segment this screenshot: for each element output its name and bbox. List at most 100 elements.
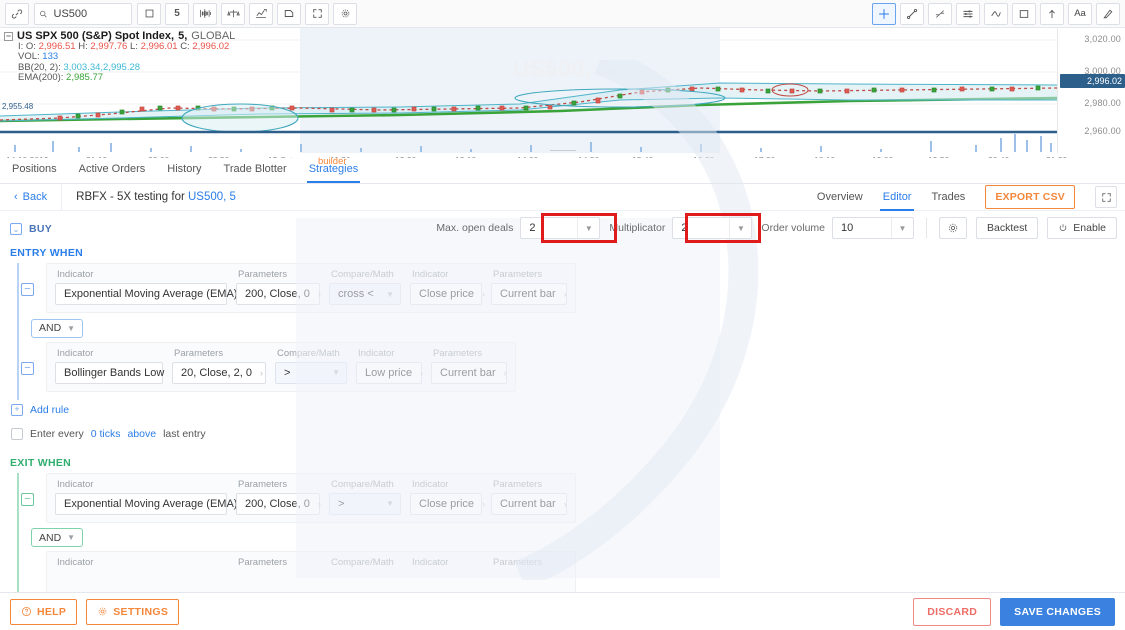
wave-icon[interactable]	[984, 3, 1008, 25]
indicator-select[interactable]: Bollinger Bands Low ›	[55, 362, 163, 384]
tab-active-orders[interactable]: Active Orders	[79, 163, 146, 178]
fullscreen-icon[interactable]	[305, 3, 329, 25]
back-button[interactable]: ‹ Back	[0, 184, 62, 210]
parameters2-select[interactable]: Current bar ›	[491, 283, 567, 305]
chevron-right-icon: ›	[318, 499, 321, 509]
save-changes-button[interactable]: SAVE CHANGES	[1000, 598, 1115, 626]
fib-icon[interactable]	[928, 3, 952, 25]
search-input[interactable]	[52, 7, 127, 21]
entry-connector: AND ▼	[10, 318, 1125, 338]
indicator-label: Indicator	[55, 557, 227, 568]
tab-editor[interactable]: Editor	[883, 191, 912, 203]
indicator-label: Indicator	[55, 348, 163, 359]
max-open-deals-select[interactable]: 2 ▼	[520, 217, 600, 239]
parameters2-select[interactable]: Current bar ›	[431, 362, 507, 384]
studies-icon[interactable]	[249, 3, 273, 25]
indicator-select[interactable]: Exponential Moving Average (EMA) ›	[55, 493, 227, 515]
compare-field: Compare/Math cross < ▼	[329, 269, 401, 305]
parameters2-label: Parameters	[491, 269, 567, 280]
collapse-rule-button[interactable]: −	[21, 493, 34, 506]
rule-card: Indicator Exponential Moving Average (EM…	[46, 263, 576, 313]
gear-icon[interactable]	[333, 3, 357, 25]
chevron-right-icon: ›	[504, 368, 507, 378]
tab-overview[interactable]: Overview	[817, 191, 863, 203]
chevron-right-icon: ›	[318, 289, 321, 299]
exit-rules: − Indicator Exponential Moving Average (…	[0, 473, 1125, 593]
arrow-up-icon[interactable]	[1040, 3, 1064, 25]
price-axis[interactable]: 3,020.00 3,000.00 2,996.02 2,980.00 2,96…	[1057, 28, 1125, 153]
templates-icon[interactable]	[277, 3, 301, 25]
compare-icon[interactable]	[221, 3, 245, 25]
crosshair-icon[interactable]	[872, 3, 896, 25]
link-icon[interactable]	[5, 3, 29, 25]
indicator2-select[interactable]: Close price ›	[410, 493, 482, 515]
panel-resize-handle[interactable]	[550, 150, 576, 151]
tab-history[interactable]: History	[167, 163, 201, 178]
rectangle-icon[interactable]	[1012, 3, 1036, 25]
compare-label: Compare/Math	[329, 557, 401, 568]
collapse-rule-button[interactable]: −	[21, 283, 34, 296]
compare-select[interactable]: > ▼	[275, 362, 347, 384]
collapse-legend-icon[interactable]: −	[4, 32, 13, 41]
parameters2-value: Current bar	[500, 498, 556, 510]
expand-icon[interactable]	[1095, 186, 1117, 208]
indicator2-select[interactable]: Close price ›	[410, 283, 482, 305]
brush-icon[interactable]	[1096, 3, 1120, 25]
tab-trade-blotter[interactable]: Trade Blotter	[224, 163, 287, 178]
symbol-search[interactable]	[34, 3, 132, 25]
enter-every-checkbox[interactable]	[11, 428, 23, 440]
exit-and-operator[interactable]: AND ▼	[31, 528, 83, 547]
strategy-editor: ⌄ BUY ENTRY WHEN − Indicator Exponential…	[0, 218, 1125, 592]
tab-positions[interactable]: Positions	[12, 163, 57, 178]
text-tool-button[interactable]: Aa	[1068, 3, 1092, 25]
gear-icon	[97, 606, 108, 617]
tab-trades[interactable]: Trades	[931, 191, 965, 203]
compare-value: >	[338, 498, 344, 510]
discard-button[interactable]: DISCARD	[913, 598, 991, 626]
parameters-select[interactable]: 200, Close, 0 ›	[236, 283, 320, 305]
enable-button[interactable]: Enable	[1047, 217, 1117, 239]
help-label: HELP	[37, 606, 66, 618]
parameters2-label: Parameters	[491, 557, 567, 568]
export-csv-button[interactable]: EXPORT CSV	[985, 185, 1075, 209]
entry-and-operator[interactable]: AND ▼	[31, 319, 83, 338]
backtest-label: Backtest	[987, 222, 1027, 234]
compare-value: >	[284, 367, 290, 379]
add-rule-button[interactable]: + Add rule	[0, 400, 1125, 420]
compare-field: Compare/Math > ▼	[275, 348, 347, 384]
enter-every-direction[interactable]: above	[127, 428, 156, 440]
indicators-icon[interactable]	[193, 3, 217, 25]
multiplicator-select[interactable]: 2 ▼	[672, 217, 752, 239]
collapse-rule-button[interactable]: −	[21, 362, 34, 375]
enter-every-ticks-row: Enter every 0 ticks above last entry	[0, 423, 1125, 445]
parameters-select[interactable]: 200, Close, 0 ›	[236, 493, 320, 515]
compare-field: Compare/Math > ▼	[329, 479, 401, 515]
low-label: L:	[130, 41, 138, 52]
horizontal-lines-icon[interactable]	[956, 3, 980, 25]
chevron-right-icon: ›	[482, 289, 485, 299]
strategy-symbol-link[interactable]: US500, 5	[188, 191, 236, 203]
parameters2-value: Current bar	[500, 288, 556, 300]
trendline-icon[interactable]	[900, 3, 924, 25]
indicator2-select[interactable]: Low price ›	[356, 362, 422, 384]
gear-icon	[947, 222, 959, 234]
settings-button[interactable]: SETTINGS	[86, 599, 179, 625]
indicator-field: Indicator Exponential Moving Average (EM…	[55, 269, 227, 305]
parameters-select[interactable]: 20, Close, 2, 0 ›	[172, 362, 266, 384]
price-chart[interactable]: US500, 5	[0, 28, 1125, 153]
indicator2-field: Indicator Low price ›	[356, 348, 422, 384]
strategy-header-actions: Overview Editor Trades EXPORT CSV	[817, 185, 1125, 209]
order-volume-select[interactable]: 10 ▼	[832, 217, 914, 239]
candles-icon[interactable]	[137, 3, 161, 25]
parameters2-select[interactable]: Current bar ›	[491, 493, 567, 515]
close-label: C:	[180, 41, 190, 52]
enter-every-ticks-value[interactable]: 0 ticks	[91, 428, 121, 440]
strategy-settings-button[interactable]	[939, 217, 967, 239]
backtest-button[interactable]: Backtest	[976, 217, 1038, 239]
compare-select[interactable]: cross < ▼	[329, 283, 401, 305]
help-button[interactable]: HELP	[10, 599, 77, 625]
indicator-select[interactable]: Exponential Moving Average (EMA) ›	[55, 283, 227, 305]
chevron-right-icon: ›	[482, 499, 485, 509]
timeframe-button[interactable]: 5	[165, 3, 189, 25]
compare-select[interactable]: > ▼	[329, 493, 401, 515]
